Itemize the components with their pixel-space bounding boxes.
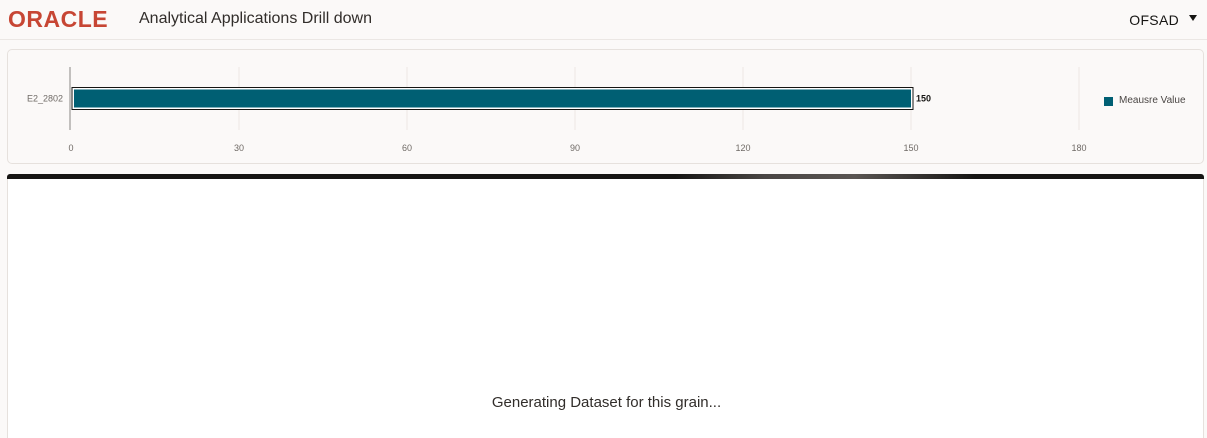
chevron-down-icon[interactable] [1189,15,1197,21]
x-tick-label: 90 [570,143,580,153]
dataset-panel: Generating Dataset for this grain... [7,179,1204,438]
chart-legend[interactable]: Meausre Value [1104,95,1186,107]
user-menu[interactable]: OFSAD [1129,10,1197,30]
x-tick-label: 30 [234,143,244,153]
legend-swatch [1104,96,1113,106]
user-name[interactable]: OFSAD [1129,11,1179,29]
x-tick-label: 0 [68,143,73,153]
app-header: ORACLE Analytical Applications Drill dow… [0,0,1207,40]
x-tick-label: 120 [735,143,750,153]
legend-label: Meausre Value [1119,95,1186,106]
chart-panel: 0 30 60 90 120 150 180 E2_2802 150 Meausre Value [7,49,1204,164]
bar-chart: 0 30 60 90 120 150 180 E2_2802 150 [27,67,1087,153]
bar [74,89,911,108]
y-category-label: E2_2802 [27,94,63,104]
status-message: Generating Dataset for this grain... [491,394,722,411]
x-tick-label: 150 [903,143,918,153]
page-title: Analytical Applications Drill down [139,10,372,27]
x-tick-label: 60 [402,143,412,153]
oracle-logo[interactable]: ORACLE [8,7,108,31]
bar-data-label: 150 [916,94,931,104]
x-tick-label: 180 [1071,143,1086,153]
